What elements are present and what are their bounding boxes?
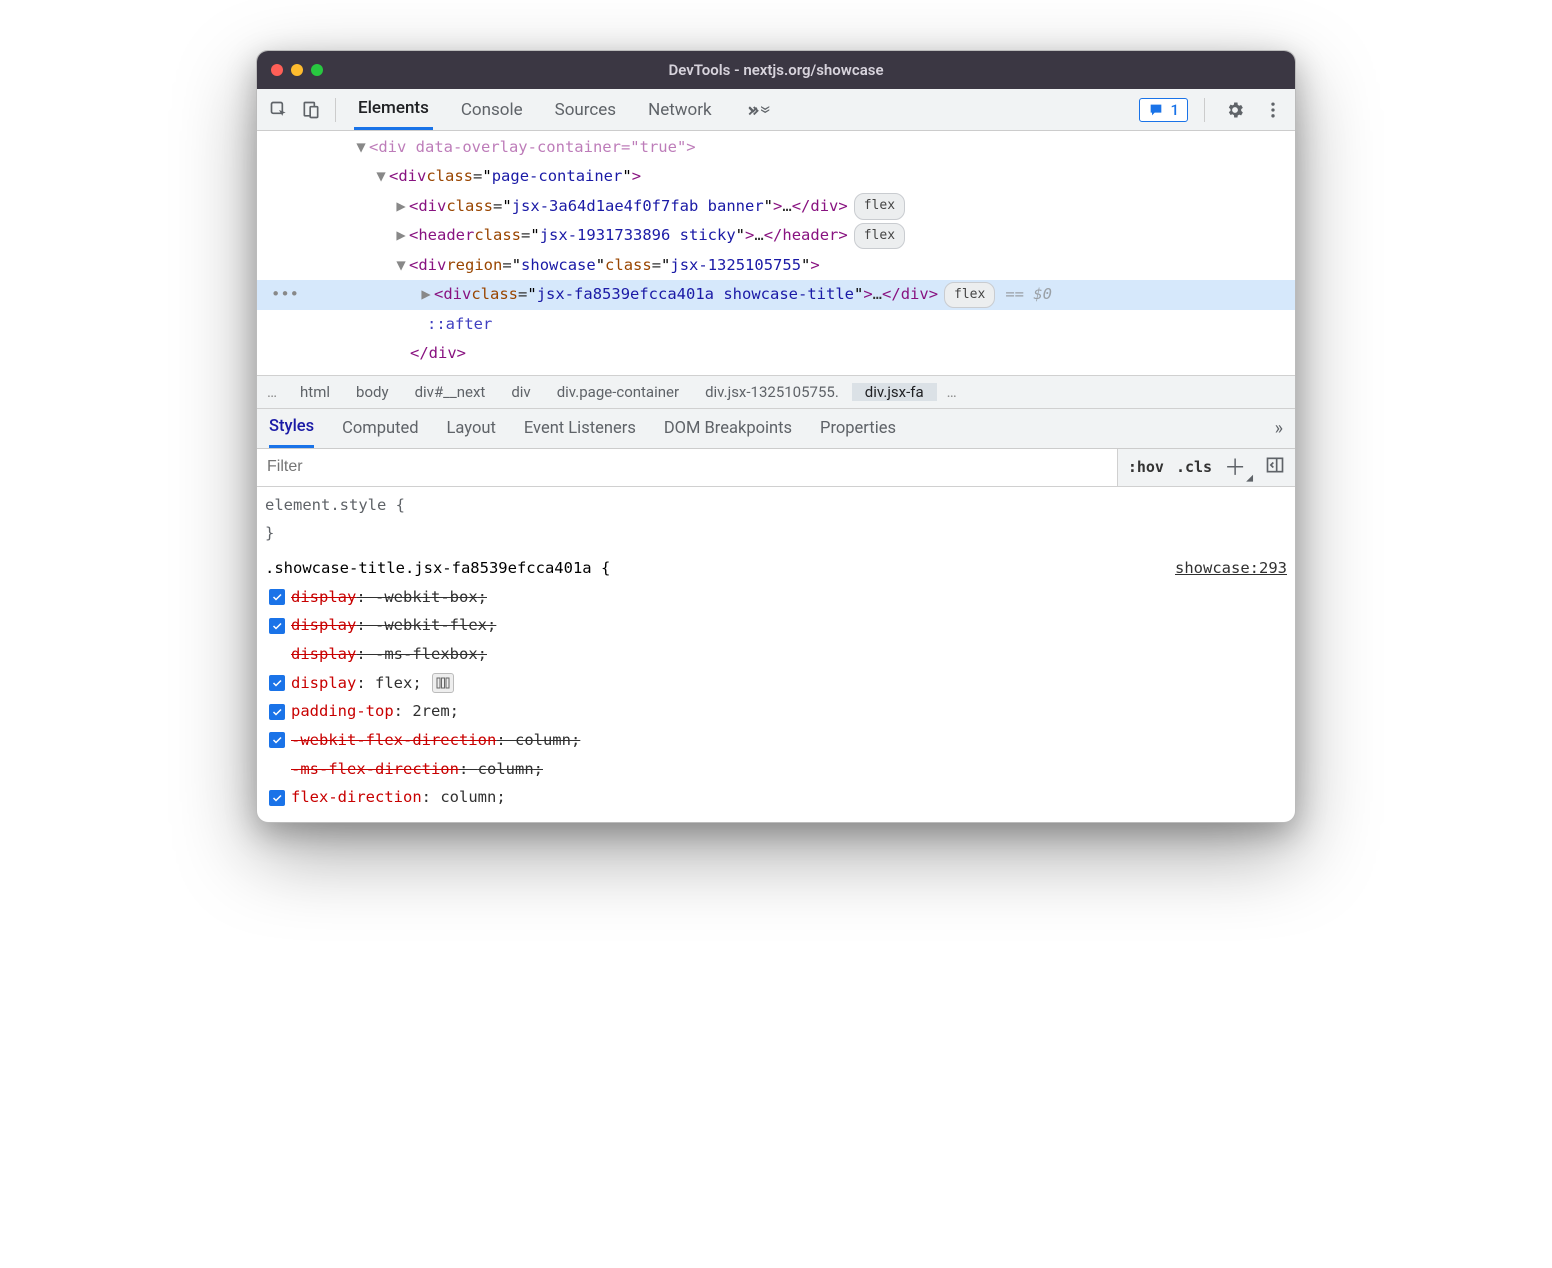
dom-pseudo[interactable]: ::after [257, 310, 1295, 339]
dom-close-tag[interactable]: </div> [257, 339, 1295, 368]
traffic-lights [271, 64, 323, 76]
css-declaration[interactable]: -ms-flex-direction: column; [265, 755, 1287, 784]
breadcrumb-item-selected[interactable]: div.jsx-fa [852, 383, 937, 401]
css-declaration[interactable]: padding-top: 2rem; [265, 697, 1287, 726]
main-tabs: Elements Console Sources Network » [354, 89, 774, 130]
dom-node-selected[interactable]: ••• ▶<div class="jsx-fa8539efcca401a sho… [257, 280, 1295, 309]
css-rule-selector[interactable]: .showcase-title.jsx-fa8539efcca401a { [265, 554, 610, 583]
subtab-layout[interactable]: Layout [447, 409, 496, 448]
declaration-checkbox[interactable] [269, 618, 285, 634]
flex-pill[interactable]: flex [854, 193, 905, 220]
dom-node[interactable]: ▶<div class="jsx-3a64d1ae4f0f7fab banner… [257, 192, 1295, 221]
tab-network[interactable]: Network [644, 89, 716, 130]
styles-filter-bar: :hov .cls ＋◢ [257, 449, 1295, 487]
styles-filter-input[interactable] [257, 458, 1117, 476]
issues-badge[interactable]: 1 [1139, 98, 1188, 122]
flex-pill[interactable]: flex [944, 282, 995, 309]
breadcrumb-overflow-right[interactable]: … [937, 383, 967, 401]
breadcrumb-overflow-left[interactable]: … [257, 383, 287, 401]
declaration-checkbox[interactable] [269, 732, 285, 748]
css-declaration[interactable]: display: flex; [265, 669, 1287, 698]
subtab-overflow[interactable]: » [1275, 409, 1283, 448]
tab-elements[interactable]: Elements [354, 89, 433, 130]
dom-breadcrumb[interactable]: … html body div#__next div div.page-cont… [257, 375, 1295, 409]
main-toolbar: Elements Console Sources Network » 1 [257, 89, 1295, 131]
devtools-window: DevTools - nextjs.org/showcase Elements … [256, 50, 1296, 823]
dom-node[interactable]: ▼<div region="showcase" class="jsx-13251… [257, 251, 1295, 280]
toggle-computed-sidebar-icon[interactable] [1265, 455, 1285, 479]
subtab-computed[interactable]: Computed [342, 409, 418, 448]
css-declaration[interactable]: flex-direction: column; [265, 783, 1287, 812]
breadcrumb-item[interactable]: div [498, 383, 543, 401]
declaration-checkbox[interactable] [269, 790, 285, 806]
tab-overflow[interactable]: » [740, 89, 774, 130]
styles-panel[interactable]: element.style { } .showcase-title.jsx-fa… [257, 487, 1295, 822]
element-style-close: } [265, 519, 1287, 548]
css-declaration[interactable]: -webkit-flex-direction: column; [265, 726, 1287, 755]
subtab-properties[interactable]: Properties [820, 409, 896, 448]
css-rule-header[interactable]: .showcase-title.jsx-fa8539efcca401a { sh… [265, 554, 1287, 583]
maximize-window-button[interactable] [311, 64, 323, 76]
dom-tree-panel[interactable]: ▼<div data-overlay-container="true"> ▼<d… [257, 131, 1295, 375]
css-declaration[interactable]: display: -webkit-box; [265, 583, 1287, 612]
subtab-styles[interactable]: Styles [269, 409, 314, 448]
subtab-event-listeners[interactable]: Event Listeners [524, 409, 636, 448]
window-title: DevTools - nextjs.org/showcase [257, 61, 1295, 79]
declaration-checkbox[interactable] [269, 675, 285, 691]
toolbar-separator [1204, 98, 1205, 122]
flexbox-editor-icon[interactable] [432, 673, 454, 693]
close-window-button[interactable] [271, 64, 283, 76]
breadcrumb-item[interactable]: body [343, 383, 402, 401]
styles-subtabs: Styles Computed Layout Event Listeners D… [257, 409, 1295, 449]
device-toolbar-icon[interactable] [297, 96, 325, 124]
declaration-checkbox[interactable] [269, 589, 285, 605]
ellipsis-icon[interactable]: ••• [271, 280, 299, 309]
hov-toggle[interactable]: :hov [1128, 458, 1164, 476]
dom-node[interactable]: ▼<div class="page-container"> [257, 162, 1295, 191]
breadcrumb-item[interactable]: div.page-container [544, 383, 692, 401]
toolbar-separator [335, 98, 336, 122]
tab-console[interactable]: Console [457, 89, 527, 130]
issues-count: 1 [1170, 101, 1179, 119]
new-style-rule-icon[interactable]: ＋◢ [1224, 450, 1253, 483]
breadcrumb-item[interactable]: html [287, 383, 343, 401]
dom-node[interactable]: ▶<header class="jsx-1931733896 sticky">…… [257, 221, 1295, 250]
breadcrumb-item[interactable]: div#__next [402, 383, 499, 401]
inspect-element-icon[interactable] [265, 96, 293, 124]
dom-node[interactable]: ▼<div data-overlay-container="true"> [257, 133, 1295, 162]
minimize-window-button[interactable] [291, 64, 303, 76]
flex-pill[interactable]: flex [854, 223, 905, 250]
titlebar: DevTools - nextjs.org/showcase [257, 51, 1295, 89]
cls-toggle[interactable]: .cls [1176, 458, 1212, 476]
subtab-dom-breakpoints[interactable]: DOM Breakpoints [664, 409, 792, 448]
css-declaration[interactable]: display: -webkit-flex; [265, 611, 1287, 640]
css-rule-source-link[interactable]: showcase:293 [1175, 554, 1287, 583]
element-style-header[interactable]: element.style { [265, 491, 1287, 520]
settings-icon[interactable] [1221, 96, 1249, 124]
more-options-icon[interactable] [1259, 96, 1287, 124]
tab-sources[interactable]: Sources [551, 89, 620, 130]
toolbar-right: 1 [1139, 96, 1287, 124]
breadcrumb-item[interactable]: div.jsx-1325105755. [692, 383, 852, 401]
declaration-checkbox[interactable] [269, 704, 285, 720]
css-declaration[interactable]: display: -ms-flexbox; [265, 640, 1287, 669]
selected-ref: == $0 [1005, 280, 1052, 309]
